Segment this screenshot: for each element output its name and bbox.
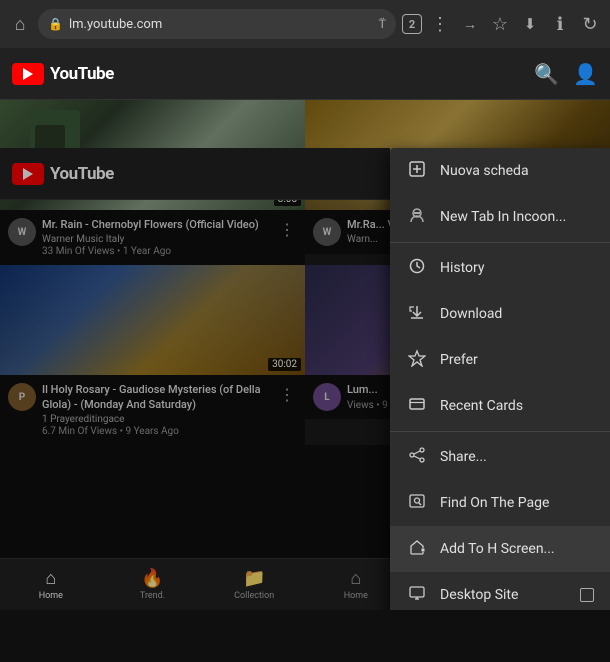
prefer-label: Prefer bbox=[440, 352, 594, 368]
share-icon bbox=[406, 446, 428, 468]
url-text: lm.youtube.com bbox=[69, 17, 373, 32]
menu-item-prefer[interactable]: Prefer bbox=[390, 337, 610, 383]
nuova-scheda-label: Nuova scheda bbox=[440, 163, 594, 179]
menu-item-desktop[interactable]: Desktop Site bbox=[390, 572, 610, 610]
menu-item-recent-cards[interactable]: Recent Cards bbox=[390, 383, 610, 429]
menu-item-nuova-scheda[interactable]: Nuova scheda bbox=[390, 148, 610, 194]
address-bar[interactable]: 🔒 lm.youtube.com T̈ bbox=[38, 9, 396, 39]
nuova-scheda-icon bbox=[406, 160, 428, 182]
share-label: Share... bbox=[440, 449, 594, 465]
desktop-checkbox[interactable] bbox=[580, 588, 594, 602]
menu-item-download[interactable]: Download bbox=[390, 291, 610, 337]
add-home-label: Add To H Screen... bbox=[440, 541, 594, 557]
dropdown-menu: Nuova scheda New Tab In Incoon... bbox=[390, 148, 610, 610]
ti-text: T̈ bbox=[379, 17, 386, 31]
yt-logo-text: YouTube bbox=[50, 64, 114, 84]
youtube-header: YouTube 🔍 👤 bbox=[0, 48, 610, 100]
find-icon bbox=[406, 492, 428, 514]
account-icon[interactable]: 👤 bbox=[573, 62, 598, 86]
forward-icon[interactable]: → bbox=[458, 16, 482, 33]
incognito-icon bbox=[406, 206, 428, 228]
content-area: 3:05 W Mr. Rain - Chernobyl Flowers (Off… bbox=[0, 100, 610, 610]
menu-item-share[interactable]: Share... bbox=[390, 434, 610, 480]
bookmark-icon[interactable]: ☆ bbox=[488, 14, 512, 35]
home-icon[interactable]: ⌂ bbox=[8, 14, 32, 35]
download-label: Download bbox=[440, 306, 594, 322]
lock-icon: 🔒 bbox=[48, 17, 63, 31]
download-chrome-icon[interactable]: ⬇ bbox=[518, 15, 542, 33]
menu-item-find[interactable]: Find On The Page bbox=[390, 480, 610, 526]
menu-item-history[interactable]: History bbox=[390, 245, 610, 291]
tab-count[interactable]: 2 bbox=[402, 14, 422, 34]
refresh-icon[interactable]: ↻ bbox=[578, 14, 602, 35]
add-home-icon bbox=[406, 538, 428, 560]
incognito-label: New Tab In Incoon... bbox=[440, 209, 594, 225]
find-label: Find On The Page bbox=[440, 495, 594, 511]
desktop-icon bbox=[406, 584, 428, 606]
yt-logo-area[interactable]: YouTube bbox=[12, 63, 526, 85]
menu-dots-icon[interactable]: ⋮ bbox=[428, 14, 452, 35]
prefer-icon bbox=[406, 349, 428, 371]
menu-item-incognito[interactable]: New Tab In Incoon... bbox=[390, 194, 610, 240]
history-icon bbox=[406, 257, 428, 279]
yt-header-right: 🔍 👤 bbox=[534, 62, 598, 86]
menu-divider-2 bbox=[390, 431, 610, 432]
download-icon bbox=[406, 303, 428, 325]
recent-cards-icon bbox=[406, 395, 428, 417]
recent-cards-label: Recent Cards bbox=[440, 398, 594, 414]
info-icon[interactable]: ℹ bbox=[548, 14, 572, 35]
menu-item-add-home[interactable]: Add To H Screen... bbox=[390, 526, 610, 572]
search-icon[interactable]: 🔍 bbox=[534, 62, 559, 86]
yt-logo-icon bbox=[12, 63, 44, 85]
menu-divider-1 bbox=[390, 242, 610, 243]
desktop-label: Desktop Site bbox=[440, 587, 568, 603]
history-label: History bbox=[440, 260, 594, 276]
browser-chrome: ⌂ 🔒 lm.youtube.com T̈ 2 ⋮ → ☆ ⬇ ℹ ↻ bbox=[0, 0, 610, 48]
